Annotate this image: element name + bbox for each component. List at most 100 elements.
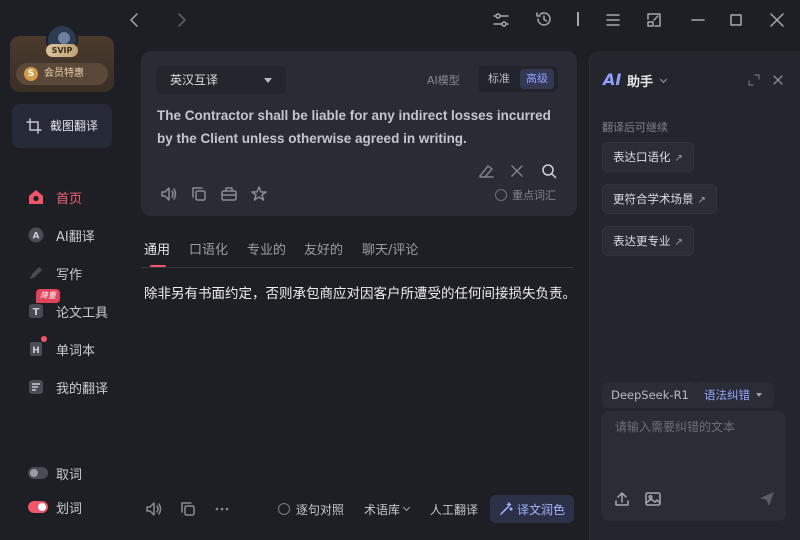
- tab-divider: [141, 267, 573, 268]
- notification-dot: [41, 336, 47, 342]
- sidebar-item-my-translations[interactable]: 我的翻译: [0, 372, 124, 402]
- translation-result[interactable]: 除非另有书面约定，否则承包商应对因客户所遭受的任何间接损失负责。: [144, 282, 584, 306]
- tab-colloquial[interactable]: 口语化: [189, 239, 228, 258]
- send-button[interactable]: [758, 490, 776, 508]
- image-icon: [645, 492, 661, 506]
- upload-icon: [615, 492, 629, 506]
- arrow-icon: ↗: [674, 153, 683, 164]
- select-word-switch[interactable]: [28, 501, 48, 513]
- close-button[interactable]: [768, 11, 786, 29]
- tab-general[interactable]: 通用: [144, 239, 170, 258]
- copy-icon: [192, 187, 206, 201]
- svg-text:H: H: [32, 346, 40, 356]
- keyword-label: 重点词汇: [512, 189, 556, 202]
- chevron-right-icon: [178, 13, 186, 27]
- tab-chat-comment[interactable]: 聊天/评论: [362, 239, 418, 258]
- history-button[interactable]: [535, 10, 553, 28]
- glossary-select[interactable]: 术语库: [364, 501, 400, 518]
- copy-source-button[interactable]: [190, 185, 208, 203]
- sidebar-item-label: 单词本: [56, 344, 96, 359]
- forward-button[interactable]: [174, 12, 188, 28]
- model-select[interactable]: DeepSeek-R1: [602, 382, 698, 408]
- svg-text:A: A: [33, 232, 40, 242]
- speaker-icon: [161, 187, 177, 201]
- toolbox-icon: [221, 187, 237, 201]
- mini-window-icon: [647, 13, 661, 27]
- favorite-button[interactable]: [250, 185, 268, 203]
- svg-text:T: T: [33, 307, 40, 318]
- human-translate-button[interactable]: 人工翻译: [430, 501, 478, 518]
- tab-professional[interactable]: 专业的: [247, 239, 286, 258]
- minimize-icon: [691, 19, 705, 21]
- maximize-icon: [730, 14, 742, 26]
- my-translation-icon: [28, 379, 44, 395]
- pen-icon: [28, 265, 44, 281]
- chevron-left-icon: [130, 13, 138, 27]
- search-button[interactable]: [540, 162, 558, 180]
- toolbar-divider: [577, 12, 579, 26]
- wordbook-icon: H: [28, 341, 44, 357]
- expand-button[interactable]: [748, 74, 760, 86]
- copy-icon: [181, 502, 195, 516]
- reduce-dup-badge: 降重: [36, 289, 60, 303]
- settings-sliders-button[interactable]: [492, 11, 510, 29]
- sidebar-item-ai-translate[interactable]: A AI翻译: [0, 220, 124, 250]
- clear-format-button[interactable]: [477, 162, 495, 180]
- tab-friendly[interactable]: 友好的: [304, 239, 343, 258]
- coin-icon: S: [24, 67, 38, 81]
- suggestion-chip[interactable]: 表达口语化 ↗: [602, 142, 694, 172]
- source-text[interactable]: The Contractor shall be liable for any i…: [157, 104, 567, 150]
- crop-icon: [26, 118, 42, 134]
- mode-standard-button[interactable]: 标准: [482, 69, 516, 89]
- sentence-compare-radio[interactable]: [278, 503, 290, 515]
- menu-button[interactable]: [604, 11, 622, 29]
- ai-logo: AI: [603, 70, 622, 89]
- caret-down-icon: [756, 393, 762, 397]
- svip-badge: SVIP: [46, 44, 78, 57]
- mini-mode-button[interactable]: [645, 11, 663, 29]
- more-button[interactable]: [213, 500, 231, 518]
- toggle-word-pick[interactable]: 取词: [0, 458, 124, 488]
- grammar-mode-select[interactable]: 语法纠错: [694, 382, 774, 408]
- assistant-title[interactable]: 助手: [627, 71, 653, 90]
- image-button[interactable]: [644, 490, 662, 508]
- ai-translate-icon: A: [28, 227, 44, 243]
- suggestion-chip[interactable]: 表达更专业 ↗: [602, 226, 694, 256]
- suggestion-chip[interactable]: 更符合学术场景 ↗: [602, 184, 717, 214]
- close-assistant-button[interactable]: [772, 74, 784, 86]
- arrow-icon: ↗: [674, 237, 683, 248]
- grammar-input[interactable]: [615, 418, 775, 478]
- keyword-radio[interactable]: [495, 189, 507, 201]
- sliders-icon: [493, 13, 509, 27]
- toggle-select-word[interactable]: 划词: [0, 492, 124, 522]
- sidebar-item-paper-tools[interactable]: T 论文工具: [0, 296, 124, 326]
- history-icon: [536, 12, 551, 26]
- caret-down-icon: [264, 78, 272, 83]
- search-icon: [542, 164, 557, 179]
- sidebar-item-writing[interactable]: 写作: [0, 258, 124, 288]
- maximize-button[interactable]: [727, 11, 745, 29]
- copy-result-button[interactable]: [179, 500, 197, 518]
- sidebar-item-label: AI翻译: [56, 230, 95, 245]
- sidebar-item-label: 首页: [56, 192, 83, 207]
- minimize-button[interactable]: [689, 11, 707, 29]
- wordbank-button[interactable]: [220, 185, 238, 203]
- send-icon: [760, 492, 774, 506]
- sidebar: SVIP 会员特惠 S 截图翻译 首页 A AI翻译 写作 T 论文工具 降重 …: [0, 0, 124, 540]
- mode-advanced-button[interactable]: 高级: [520, 69, 554, 89]
- magic-wand-icon: [499, 502, 513, 516]
- sidebar-item-wordbook[interactable]: H 单词本: [0, 334, 124, 364]
- word-pick-switch[interactable]: [28, 467, 48, 479]
- close-icon: [770, 13, 784, 27]
- close-icon: [773, 75, 783, 85]
- speaker-button[interactable]: [160, 185, 178, 203]
- speak-result-button[interactable]: [145, 500, 163, 518]
- clear-text-button[interactable]: [509, 163, 525, 179]
- arrow-icon: ↗: [697, 195, 706, 206]
- sidebar-item-home[interactable]: 首页: [0, 182, 124, 212]
- back-button[interactable]: [128, 12, 142, 28]
- chevron-down-icon: [402, 503, 411, 512]
- upload-button[interactable]: [613, 490, 631, 508]
- home-icon: [28, 189, 44, 205]
- sentence-compare-label[interactable]: 逐句对照: [296, 501, 344, 518]
